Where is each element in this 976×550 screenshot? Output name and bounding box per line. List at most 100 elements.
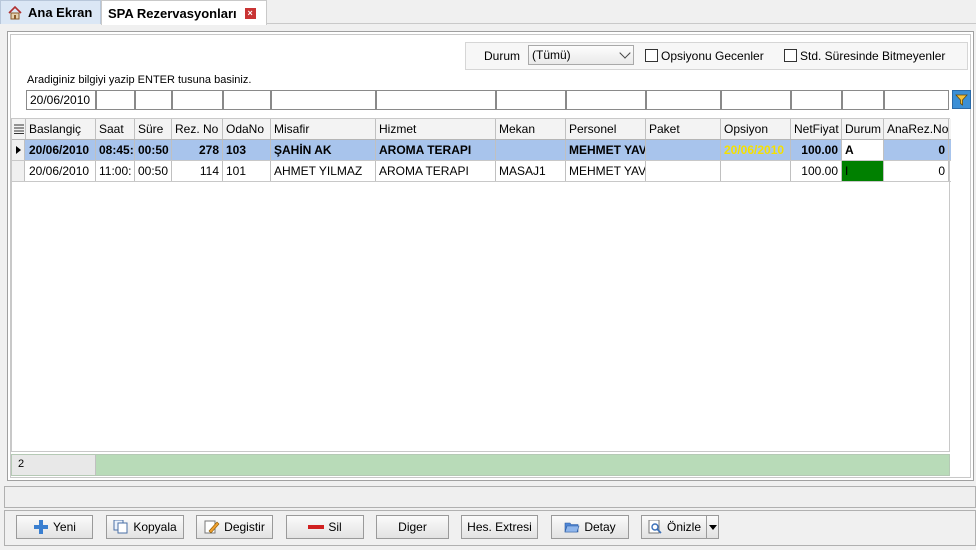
folder-open-icon (564, 520, 580, 534)
cell-paket (646, 140, 721, 160)
filter-opsiyon[interactable] (721, 90, 791, 110)
opsiyon-checkbox[interactable] (645, 49, 658, 62)
cell-opsiyon (721, 161, 791, 181)
onizle-dropdown[interactable] (706, 515, 719, 539)
cell-rezno: 278 (172, 140, 223, 160)
degistir-label: Degistir (224, 520, 265, 534)
filter-saat[interactable] (96, 90, 135, 110)
cell-odano: 101 (223, 161, 271, 181)
col-opsiyon[interactable]: Opsiyon (721, 119, 791, 139)
chevron-down-icon (708, 524, 717, 530)
copy-icon (113, 519, 129, 534)
cell-anarezno: 0 (884, 140, 949, 160)
col-hizmet[interactable]: Hizmet (376, 119, 496, 139)
column-chooser-icon[interactable] (12, 119, 26, 139)
cell-saat: 11:00: (96, 161, 135, 181)
cell-misafir: AHMET YILMAZ (271, 161, 376, 181)
chevron-down-icon (619, 47, 631, 59)
onizle-button[interactable]: Önizle (641, 515, 707, 539)
filter-rezno[interactable] (172, 90, 223, 110)
cell-hizmet: AROMA TERAPI (376, 140, 496, 160)
col-netfiyat[interactable]: NetFiyat (791, 119, 842, 139)
col-paket[interactable]: Paket (646, 119, 721, 139)
edit-icon (204, 520, 220, 534)
filter-icon[interactable] (952, 90, 971, 109)
grid-footer: 2 (11, 454, 950, 476)
reservations-grid: Baslangiç Saat Süre Rez. No OdaNo Misafi… (11, 118, 951, 452)
durum-label: Durum (484, 49, 521, 63)
cell-netfiyat: 100.00 (791, 161, 842, 181)
cell-anarezno: 0 (884, 161, 949, 181)
col-baslangic[interactable]: Baslangiç (26, 119, 96, 139)
filter-personel[interactable] (566, 90, 646, 110)
filter-odano[interactable] (223, 90, 271, 110)
filter-durum[interactable] (842, 90, 884, 110)
plus-icon (33, 520, 49, 534)
cell-sure: 00:50 (135, 161, 172, 181)
cell-netfiyat: 100.00 (791, 140, 842, 160)
yeni-label: Yeni (53, 520, 76, 534)
filter-anarezno[interactable] (884, 90, 949, 110)
cell-durum: I (842, 161, 884, 181)
cell-saat: 08:45: (96, 140, 135, 160)
close-icon[interactable]: × (244, 7, 256, 19)
filter-hizmet[interactable] (376, 90, 496, 110)
col-odano[interactable]: OdaNo (223, 119, 271, 139)
std-label: Std. Süresinde Bitmeyenler (800, 49, 946, 63)
detay-label: Detay (584, 520, 616, 534)
col-saat[interactable]: Saat (96, 119, 135, 139)
cell-baslangic: 20/06/2010 (26, 161, 96, 181)
degistir-button[interactable]: Degistir (196, 515, 273, 539)
hes-extresi-button[interactable]: Hes. Extresi (461, 515, 538, 539)
diger-button[interactable]: Diger (376, 515, 449, 539)
col-mekan[interactable]: Mekan (496, 119, 566, 139)
filter-mekan[interactable] (496, 90, 566, 110)
tab-ana-ekran[interactable]: Ana Ekran (0, 0, 101, 24)
sil-button[interactable]: Sil (286, 515, 364, 539)
filter-paket[interactable] (646, 90, 721, 110)
cell-paket (646, 161, 721, 181)
cell-personel: MEHMET YAV (566, 140, 646, 160)
cell-baslangic: 20/06/2010 (26, 140, 96, 160)
cell-mekan: MASAJ1 (496, 161, 566, 181)
filter-baslangic[interactable]: 20/06/2010 (26, 90, 96, 110)
filter-netfiyat[interactable] (791, 90, 842, 110)
durum-select-value: (Tümü) (532, 48, 571, 62)
kopyala-button[interactable]: Kopyala (106, 515, 184, 539)
col-personel[interactable]: Personel (566, 119, 646, 139)
col-anarezno[interactable]: AnaRez.No (884, 119, 949, 139)
cell-hizmet: AROMA TERAPI (376, 161, 496, 181)
minus-icon (308, 520, 325, 534)
table-row[interactable]: 20/06/2010 11:00: 00:50 114 101 AHMET YI… (12, 161, 951, 182)
opsiyon-label: Opsiyonu Gecenler (661, 49, 764, 63)
col-sure[interactable]: Süre (135, 119, 172, 139)
col-durum[interactable]: Durum (842, 119, 884, 139)
filter-sure[interactable] (135, 90, 172, 110)
grid-header: Baslangiç Saat Süre Rez. No OdaNo Misafi… (12, 119, 951, 140)
durum-select[interactable]: (Tümü) (528, 45, 634, 65)
col-misafir[interactable]: Misafir (271, 119, 376, 139)
cell-personel: MEHMET YAV. (566, 161, 646, 181)
tab-label: SPA Rezervasyonları (108, 5, 237, 21)
hes-extresi-label: Hes. Extresi (467, 520, 532, 534)
table-row[interactable]: 20/06/2010 08:45: 00:50 278 103 ŞAHİN AK… (12, 140, 951, 161)
col-rezno[interactable]: Rez. No (172, 119, 223, 139)
detay-button[interactable]: Detay (551, 515, 629, 539)
std-checkbox[interactable] (784, 49, 797, 62)
cell-misafir: ŞAHİN AK (271, 140, 376, 160)
tab-label: Ana Ekran (28, 5, 93, 20)
filter-misafir[interactable] (271, 90, 376, 110)
onizle-label: Önizle (666, 520, 701, 534)
cell-durum: A (842, 140, 884, 160)
cell-opsiyon: 20/06/2010 (721, 140, 791, 160)
home-icon (7, 5, 23, 21)
tab-spa-rezervasyonlari[interactable]: SPA Rezervasyonları × (101, 0, 267, 25)
search-hint: Aradiginiz bilgiyi yazip ENTER tusuna ba… (27, 74, 252, 86)
yeni-button[interactable]: Yeni (16, 515, 93, 539)
current-row-icon (16, 146, 21, 154)
cell-mekan (496, 140, 566, 160)
row-indicator (12, 140, 25, 160)
record-count: 2 (12, 455, 96, 475)
kopyala-label: Kopyala (133, 520, 177, 534)
diger-label: Diger (398, 520, 427, 534)
